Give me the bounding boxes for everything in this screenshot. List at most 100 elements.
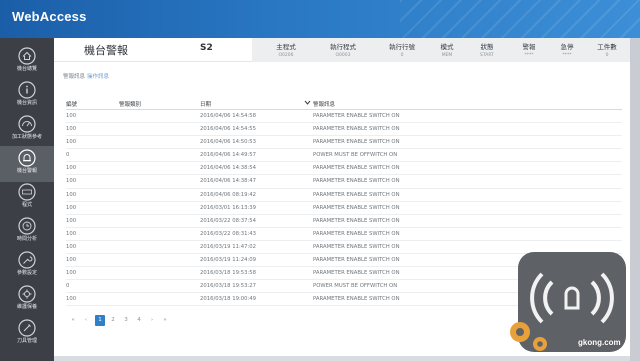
cell-alarm-message: PARAMETER ENABLE SWITCH ON (313, 204, 400, 211)
cell-alarm-message: PARAMETER ENABLE SWITCH ON (313, 126, 400, 133)
first-page-button[interactable]: « (68, 315, 78, 326)
cell-number: 100 (66, 165, 77, 172)
watermark: gkong.com (506, 246, 638, 358)
status-emergency-stop: 急停 **** (560, 43, 574, 58)
table-row: 100 2016/04/06 08:19:42 PARAMETER ENABLE S… (66, 189, 622, 202)
page-button-3[interactable]: 3 (121, 315, 131, 326)
machine-id: S2 (200, 43, 213, 53)
sidebar: 機台總覽 機台資訊 加工狀態參考 機台警報 程式 時間分析 參數設定 維護保養 … (0, 38, 54, 361)
cell-alarm-message: PARAMETER ENABLE SWITCH ON (313, 243, 400, 250)
cell-alarm-message: PARAMETER ENABLE SWITCH ON (313, 230, 400, 237)
cell-date: 2016/04/06 14:54:55 (200, 126, 257, 133)
cell-alarm-message: PARAMETER ENABLE SWITCH ON (313, 178, 400, 185)
page-button-2[interactable]: 2 (108, 315, 118, 326)
sidebar-item-maintenance[interactable]: 維護保養 (0, 282, 54, 318)
tab-operation-messages[interactable]: 操作訊息 (87, 72, 109, 80)
wrench-icon (18, 251, 36, 269)
cell-alarm-message: PARAMETER ENABLE SWITCH ON (313, 217, 400, 224)
sidebar-item-label: 維護保養 (16, 304, 37, 310)
cell-number: 0 (66, 152, 70, 159)
info-icon (18, 81, 36, 99)
cell-alarm-message: POWER MUST BE OFFWITCH ON (313, 152, 398, 159)
cell-number: 100 (66, 178, 77, 185)
cell-date: 2016/04/06 14:50:53 (200, 139, 257, 146)
watermark-text: gkong.com (578, 338, 621, 347)
status-main-program: 主程式 O0206 (276, 43, 296, 58)
table-row: 100 2016/04/06 14:38:54 PARAMETER ENABLE S… (66, 162, 622, 176)
sidebar-item-machining-status[interactable]: 加工狀態參考 (0, 112, 54, 148)
table-row: 100 2016/04/06 14:38:47 PARAMETER ENABLE S… (66, 175, 622, 189)
cell-number: 100 (66, 113, 77, 119)
sidebar-item-info[interactable]: 機台資訊 (0, 78, 54, 114)
page-button-4[interactable]: 4 (134, 315, 144, 326)
table-row: 0 2016/04/06 14:49:57 POWER MUST BE OFFWIT… (66, 149, 622, 163)
sidebar-item-label: 機台總覽 (16, 66, 37, 72)
cell-number: 100 (66, 270, 77, 277)
knife-icon (18, 319, 36, 337)
sidebar-item-label: 參數設定 (16, 270, 37, 276)
cell-date: 2016/04/06 14:38:47 (200, 178, 257, 185)
table-row: 100 2016/03/01 16:13:39 PARAMETER ENABLE S… (66, 202, 622, 215)
page-title: 機台警報 (84, 44, 128, 57)
sidebar-item-parameters[interactable]: 參數設定 (0, 248, 54, 284)
column-header-date[interactable]: 日期 (200, 100, 211, 108)
cell-alarm-message: PARAMETER ENABLE SWITCH ON (313, 296, 400, 303)
page-header: 機台警報 S2 主程式 O0206 執行程式 O0003 執行行號 0 模式 M… (54, 38, 630, 62)
cell-date: 2016/04/06 14:38:54 (200, 165, 257, 172)
home-icon (18, 47, 36, 65)
tool-icon (18, 285, 36, 303)
cell-number: 100 (66, 230, 77, 237)
alarm-icon (18, 149, 36, 167)
cell-date: 2016/03/18 19:53:27 (200, 283, 257, 290)
table-row: 100 2016/04/06 14:54:58 PARAMETER ENABLE S… (66, 110, 622, 124)
cell-date: 2016/03/22 08:37:54 (200, 217, 257, 224)
table-row: 100 2016/03/22 08:31:43 PARAMETER ENABLE S… (66, 228, 622, 241)
webaccess-logo: WebAccess (12, 9, 87, 24)
sidebar-item-tool-management[interactable]: 刀具管理 (0, 316, 54, 352)
next-page-button[interactable]: › (147, 315, 157, 326)
sidebar-item-label: 刀具管理 (16, 338, 37, 344)
sidebar-item-time-analysis[interactable]: 時間分析 (0, 214, 54, 250)
sort-chevron-down-icon[interactable] (304, 99, 311, 106)
cell-date: 2016/04/06 14:54:58 (200, 113, 257, 119)
top-banner: WebAccess (0, 0, 640, 38)
sidebar-item-label: 機台資訊 (16, 100, 37, 106)
sidebar-item-overview[interactable]: 機台總覽 (0, 44, 54, 80)
cell-date: 2016/03/22 08:31:43 (200, 230, 257, 237)
sidebar-item-label: 程式 (21, 202, 32, 208)
cell-number: 100 (66, 126, 77, 133)
cell-number: 0 (66, 283, 70, 290)
cell-alarm-message: PARAMETER ENABLE SWITCH ON (313, 191, 400, 198)
status-state: 狀態 START (480, 43, 494, 58)
gauge-icon (18, 115, 36, 133)
cell-alarm-message: PARAMETER ENABLE SWITCH ON (313, 257, 400, 264)
prev-page-button[interactable]: ‹ (81, 315, 91, 326)
column-header-alarm-message[interactable]: 警報訊息 (313, 100, 335, 108)
tab-alarm-messages[interactable]: 警報訊息 (63, 72, 85, 80)
cell-date: 2016/03/18 19:53:58 (200, 270, 257, 277)
status-alarm: 警報 **** (522, 43, 536, 58)
cell-alarm-message: PARAMETER ENABLE SWITCH ON (313, 113, 400, 119)
cell-alarm-message: PARAMETER ENABLE SWITCH ON (313, 139, 400, 146)
cell-alarm-message: POWER MUST BE OFFWITCH ON (313, 283, 398, 290)
column-header-number[interactable]: 編號 (66, 100, 77, 108)
sidebar-item-program[interactable]: 程式 (0, 180, 54, 216)
cell-date: 2016/03/18 19:00:49 (200, 296, 257, 303)
cell-date: 2016/03/19 11:24:09 (200, 257, 257, 264)
table-row: 100 2016/04/06 14:54:55 PARAMETER ENABLE S… (66, 123, 622, 137)
cell-date: 2016/04/06 14:49:57 (200, 152, 257, 159)
cell-alarm-message: PARAMETER ENABLE SWITCH ON (313, 270, 400, 277)
cell-date: 2016/04/06 08:19:42 (200, 191, 257, 198)
cell-number: 100 (66, 217, 77, 224)
ncp-icon (18, 183, 36, 201)
cell-date: 2016/03/19 11:47:02 (200, 243, 257, 250)
sidebar-item-label: 機台警報 (16, 168, 37, 174)
cell-number: 100 (66, 296, 77, 303)
sidebar-item-alarm[interactable]: 機台警報 (0, 146, 54, 182)
page-button-1[interactable]: 1 (95, 315, 105, 326)
cell-number: 100 (66, 191, 77, 198)
table-row: 100 2016/03/22 08:37:54 PARAMETER ENABLE S… (66, 215, 622, 228)
cell-alarm-message: PARAMETER ENABLE SWITCH ON (313, 165, 400, 172)
last-page-button[interactable]: » (160, 315, 170, 326)
column-header-alarm-type[interactable]: 警報類別 (119, 100, 141, 108)
